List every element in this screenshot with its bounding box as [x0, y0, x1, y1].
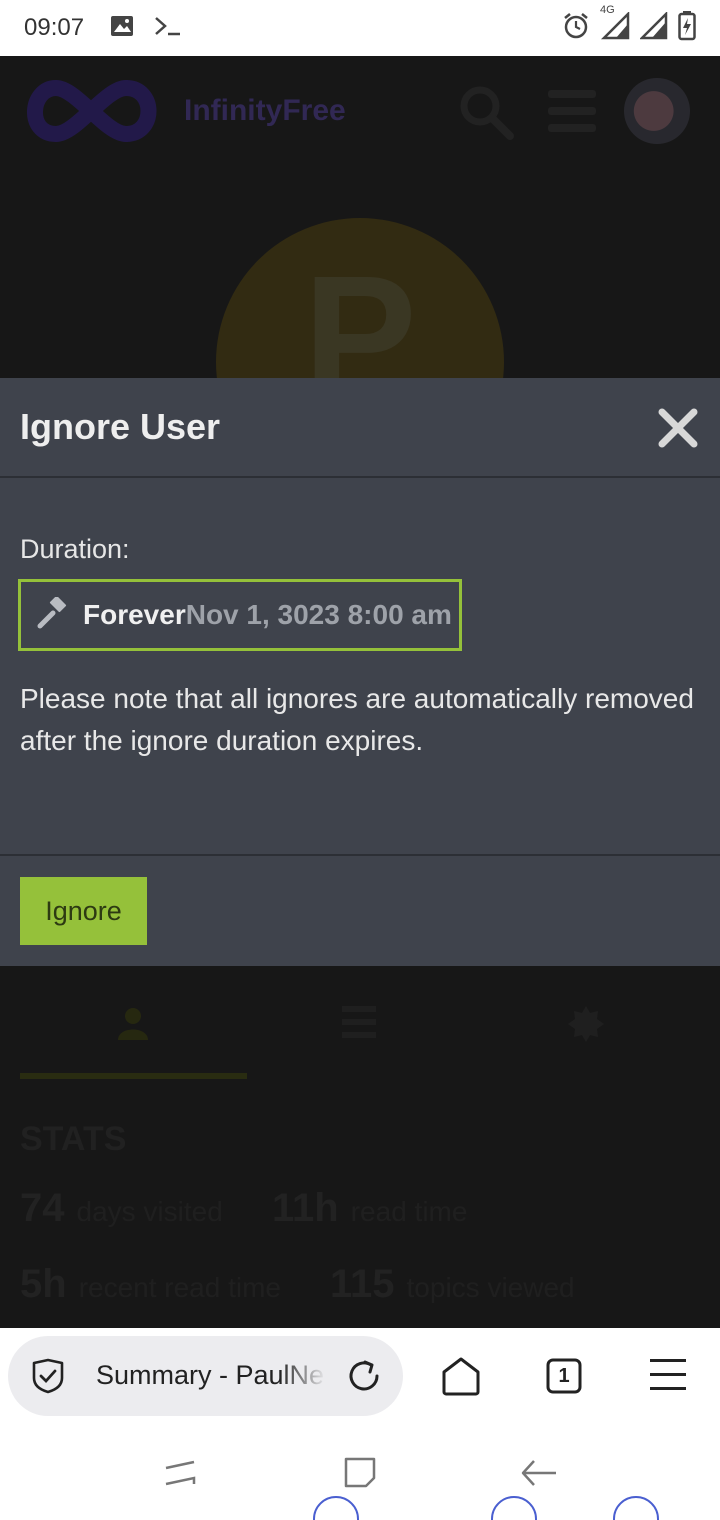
recents-icon[interactable]	[164, 1458, 196, 1493]
duration-date: Nov 1, 3023 8:00 am	[185, 599, 452, 630]
duration-label: Duration:	[20, 534, 130, 564]
alarm-icon	[562, 12, 590, 45]
ignore-user-modal: Ignore User Duration: Forever Nov 1, 3023…	[0, 378, 720, 966]
address-bar[interactable]: Summary - PaulNe	[8, 1336, 403, 1416]
home-nav-icon[interactable]	[344, 1456, 376, 1493]
url-text: Summary - PaulNe	[96, 1360, 325, 1390]
duration-select[interactable]: Forever Nov 1, 3023 8:00 am	[18, 579, 462, 651]
image-icon	[110, 15, 134, 42]
close-icon[interactable]	[656, 406, 700, 450]
network-label: 4G	[600, 3, 615, 16]
status-time: 09:07	[24, 14, 85, 41]
gavel-icon	[37, 595, 69, 634]
touch-indicator-icon	[613, 1496, 659, 1520]
home-icon[interactable]	[440, 1356, 482, 1401]
tabs-button[interactable]: 1	[546, 1358, 582, 1399]
modal-footer-divider	[0, 854, 720, 856]
system-nav-bar	[0, 1428, 720, 1520]
back-icon[interactable]	[520, 1458, 558, 1493]
tab-count: 1	[558, 1365, 570, 1387]
reload-icon[interactable]	[344, 1356, 384, 1401]
browser-toolbar: Summary - PaulNe 1	[0, 1328, 720, 1428]
touch-indicator-icon	[313, 1496, 359, 1520]
modal-header: Ignore User	[0, 378, 720, 478]
status-bar: 09:07 4G	[0, 0, 720, 56]
screen: 09:07 4G InfinityFree P STATS 74 days vi…	[0, 0, 720, 1520]
terminal-icon	[154, 15, 182, 42]
ignore-button[interactable]: Ignore	[20, 877, 147, 945]
ignore-note: Please note that all ignores are automat…	[20, 683, 694, 756]
signal-4g-icon: 4G	[600, 4, 630, 45]
battery-charging-icon	[678, 10, 696, 46]
touch-indicator-icon	[491, 1496, 537, 1520]
modal-title: Ignore User	[20, 406, 221, 447]
shield-check-icon[interactable]	[30, 1358, 66, 1399]
browser-menu-icon[interactable]	[650, 1358, 686, 1397]
duration-value: Forever	[83, 599, 186, 630]
signal-icon	[638, 10, 668, 45]
